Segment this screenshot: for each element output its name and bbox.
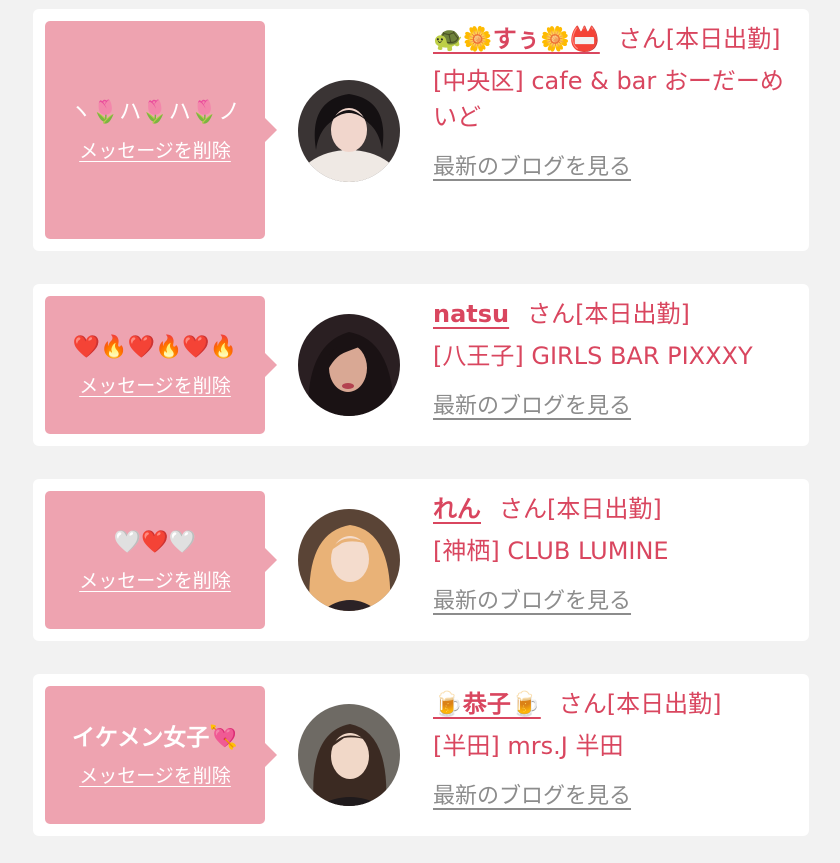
message-text: イケメン女子💘 <box>72 724 238 751</box>
message-text: ヽ🌷ハ🌷ハ🌷ノ <box>69 99 241 125</box>
message-list: ヽ🌷ハ🌷ハ🌷ノ メッセージを削除 🐢🌼すぅ🌼📛 さん[本日出勤] [中央区] ca… <box>0 0 840 863</box>
name-line: 🐢🌼すぅ🌼📛 さん[本日出勤] <box>433 21 793 57</box>
delete-message-link[interactable]: メッセージを削除 <box>79 566 231 593</box>
blog-link[interactable]: 最新のブログを見る <box>433 149 631 181</box>
cast-name-link[interactable]: natsu <box>433 300 509 328</box>
list-item: ❤️🔥❤️🔥❤️🔥 メッセージを削除 natsu さん[本日出勤] [八王子] G… <box>33 284 809 446</box>
blog-link[interactable]: 最新のブログを見る <box>433 583 631 615</box>
avatar[interactable] <box>298 509 400 611</box>
message-text: 🤍❤️🤍 <box>113 529 197 555</box>
cast-info: 🍺恭子🍺 さん[本日出勤] [半田] mrs.J 半田 最新のブログを見る <box>433 686 793 810</box>
message-text: ❤️🔥❤️🔥❤️🔥 <box>72 334 238 360</box>
name-line: natsu さん[本日出勤] <box>433 296 793 332</box>
name-suffix: さん[本日出勤] <box>499 495 662 523</box>
list-item: イケメン女子💘 メッセージを削除 🍺恭子🍺 さん[本日出勤] [半田] mrs.J… <box>33 674 809 836</box>
list-item: ヽ🌷ハ🌷ハ🌷ノ メッセージを削除 🐢🌼すぅ🌼📛 さん[本日出勤] [中央区] ca… <box>33 9 809 251</box>
name-suffix: さん[本日出勤] <box>617 25 781 53</box>
name-line: れん さん[本日出勤] <box>433 491 793 527</box>
delete-message-link[interactable]: メッセージを削除 <box>79 761 231 788</box>
name-suffix: さん[本日出勤] <box>527 300 690 328</box>
name-line: 🍺恭子🍺 さん[本日出勤] <box>433 686 793 722</box>
shop-text: [半田] mrs.J 半田 <box>433 732 624 760</box>
name-suffix: さん[本日出勤] <box>558 690 722 718</box>
delete-message-link[interactable]: メッセージを削除 <box>79 371 231 398</box>
shop-text: [神栖] CLUB LUMINE <box>433 537 669 565</box>
shop-text: [八王子] GIRLS BAR PIXXXY <box>433 342 753 370</box>
list-item: 🤍❤️🤍 メッセージを削除 れん さん[本日出勤] [神栖] CLUB LUMIN… <box>33 479 809 641</box>
cast-name-link[interactable]: 🍺恭子🍺 <box>433 690 541 718</box>
message-bubble: イケメン女子💘 メッセージを削除 <box>45 686 277 824</box>
cast-name-link[interactable]: れん <box>433 495 481 523</box>
cast-info: natsu さん[本日出勤] [八王子] GIRLS BAR PIXXXY 最新の… <box>433 296 793 420</box>
message-bubble: ❤️🔥❤️🔥❤️🔥 メッセージを削除 <box>45 296 277 434</box>
avatar[interactable] <box>298 704 400 806</box>
blog-link[interactable]: 最新のブログを見る <box>433 388 631 420</box>
delete-message-link[interactable]: メッセージを削除 <box>79 136 231 163</box>
blog-link[interactable]: 最新のブログを見る <box>433 778 631 810</box>
message-bubble: ヽ🌷ハ🌷ハ🌷ノ メッセージを削除 <box>45 21 277 239</box>
avatar[interactable] <box>298 80 400 182</box>
avatar[interactable] <box>298 314 400 416</box>
shop-text: [中央区] cafe & bar おーだーめいど <box>433 67 784 131</box>
cast-name-link[interactable]: 🐢🌼すぅ🌼📛 <box>433 25 600 53</box>
cast-info: れん さん[本日出勤] [神栖] CLUB LUMINE 最新のブログを見る <box>433 491 793 615</box>
cast-info: 🐢🌼すぅ🌼📛 さん[本日出勤] [中央区] cafe & bar おーだーめいど … <box>433 21 793 181</box>
message-bubble: 🤍❤️🤍 メッセージを削除 <box>45 491 277 629</box>
